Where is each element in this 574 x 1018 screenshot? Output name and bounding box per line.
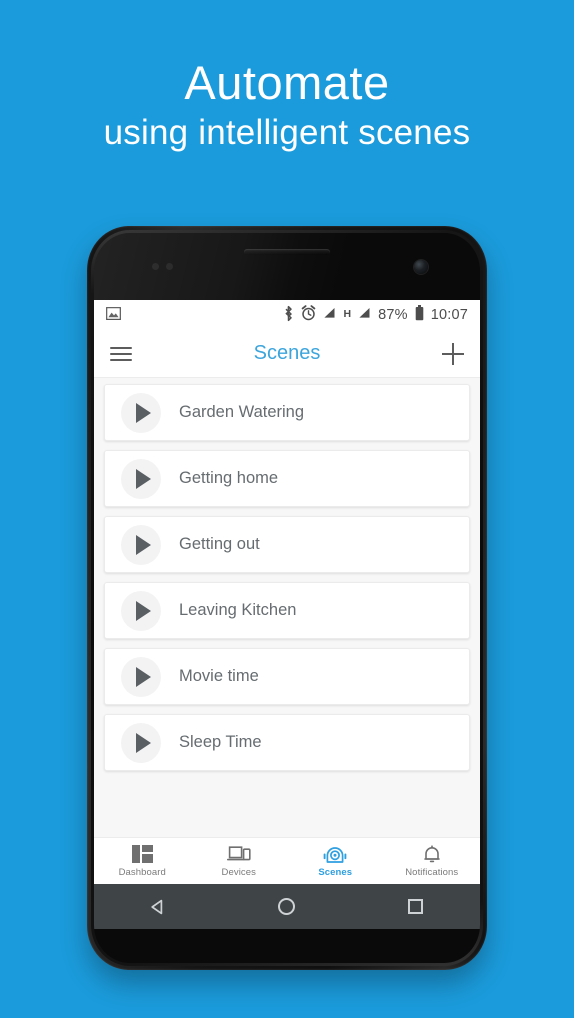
play-icon[interactable] (121, 590, 161, 631)
page-title: Scenes (253, 342, 321, 364)
list-item[interactable]: Getting out (104, 516, 470, 573)
alarm-icon (301, 305, 316, 325)
list-item[interactable]: Sleep Time (104, 714, 470, 771)
back-triangle-icon[interactable] (134, 884, 182, 929)
nav-item-notifications[interactable]: Notifications (384, 838, 481, 884)
signal-icon-1 (323, 307, 336, 323)
home-circle-icon[interactable] (263, 884, 311, 929)
earpiece-speaker-icon (244, 249, 330, 255)
nav-label-devices: Devices (221, 867, 256, 878)
battery-percent-label: 87% (378, 307, 408, 323)
nav-label-notifications: Notifications (405, 867, 459, 878)
scene-name-label: Sleep Time (179, 733, 262, 751)
bluetooth-icon (283, 305, 294, 326)
android-navigation-bar (94, 884, 480, 929)
status-bar: H 87% 10:07 (94, 300, 480, 330)
headline-secondary: using intelligent scenes (103, 113, 471, 153)
phone-mockup: H 87% 10:07 Scenes Garden Watering Getti… (87, 226, 487, 970)
scene-name-label: Getting home (179, 469, 279, 487)
nav-label-scenes: Scenes (318, 867, 353, 878)
devices-icon (226, 844, 251, 864)
robot-scenes-icon (323, 844, 347, 864)
nav-item-scenes[interactable]: Scenes (287, 838, 384, 884)
scene-list[interactable]: Garden Watering Getting home Getting out… (94, 378, 480, 837)
scene-name-label: Garden Watering (179, 403, 305, 421)
list-item[interactable]: Movie time (104, 648, 470, 705)
play-icon[interactable] (121, 656, 161, 697)
phone-screen: H 87% 10:07 Scenes Garden Watering Getti… (94, 300, 480, 884)
phone-inner-frame: H 87% 10:07 Scenes Garden Watering Getti… (91, 230, 483, 966)
play-icon[interactable] (121, 722, 161, 763)
dashboard-grid-icon (131, 844, 153, 864)
status-bar-right: H 87% 10:07 (283, 305, 468, 326)
list-item[interactable]: Getting home (104, 450, 470, 507)
scene-name-label: Leaving Kitchen (179, 601, 297, 619)
app-bar: Scenes (94, 330, 480, 378)
headline-primary: Automate (184, 56, 390, 109)
nav-item-devices[interactable]: Devices (191, 838, 288, 884)
list-item[interactable]: Garden Watering (104, 384, 470, 441)
signal-icon-2 (358, 307, 371, 323)
list-item[interactable]: Leaving Kitchen (104, 582, 470, 639)
nav-label-dashboard: Dashboard (118, 867, 166, 878)
bell-icon (422, 844, 442, 864)
play-icon[interactable] (121, 392, 161, 433)
recents-square-icon[interactable] (392, 884, 440, 929)
clock-label: 10:07 (430, 307, 468, 323)
scene-name-label: Movie time (179, 667, 259, 685)
plus-icon[interactable] (442, 342, 464, 365)
hamburger-menu-icon[interactable] (110, 346, 132, 361)
headline: Automate using intelligent scenes (0, 58, 574, 153)
bottom-navigation: Dashboard Devices Scenes Notifications (94, 837, 480, 884)
scene-name-label: Getting out (179, 535, 260, 553)
phone-bezel: H 87% 10:07 Scenes Garden Watering Getti… (94, 233, 480, 963)
front-camera-icon (414, 260, 428, 274)
status-bar-left (105, 306, 122, 324)
network-type-label: H (343, 307, 352, 320)
play-icon[interactable] (121, 458, 161, 499)
light-sensor-icon (166, 263, 173, 270)
proximity-sensor-icon (152, 263, 159, 270)
nav-item-dashboard[interactable]: Dashboard (94, 838, 191, 884)
battery-icon (415, 305, 424, 325)
play-icon[interactable] (121, 524, 161, 565)
image-icon (105, 306, 122, 324)
